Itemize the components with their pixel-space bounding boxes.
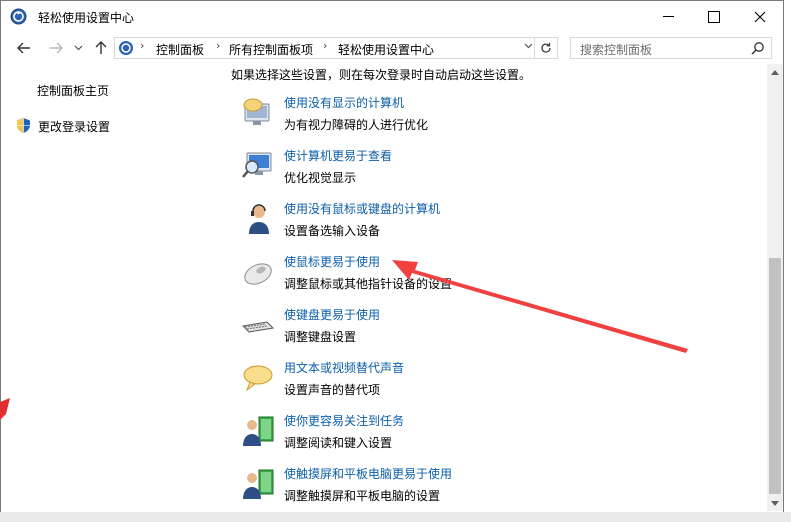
arrow-up-icon	[95, 41, 107, 54]
intro-text: 如果选择这些设置，则在每次登录时自动启动这些设置。	[231, 68, 532, 82]
link-text-video-for-sound[interactable]: 用文本或视频替代声音	[284, 359, 404, 376]
scroll-up-button[interactable]	[767, 64, 783, 80]
person-headset-icon	[249, 204, 269, 234]
sidebar-item-login-settings[interactable]: 更改登录设置	[38, 118, 110, 135]
scrollbar-thumb[interactable]	[769, 258, 781, 494]
scroll-down-button[interactable]	[767, 495, 783, 511]
minimize-button[interactable]	[645, 1, 691, 32]
breadcrumb-ease-of-access[interactable]: 轻松使用设置中心	[338, 41, 434, 58]
list-item: 使鼠标更易于使用 调整鼠标或其他指针设备的设置	[241, 253, 701, 301]
mouse-icon	[244, 263, 272, 285]
list-item: 使计算机更易于查看 优化视觉显示	[241, 147, 701, 195]
title-bar: 轻松使用设置中心	[1, 1, 783, 32]
item-description: 调整阅读和键入设置	[284, 436, 393, 450]
item-description: 设置备选输入设备	[284, 224, 381, 238]
link-focus-on-tasks[interactable]: 使你更容易关注到任务	[284, 412, 404, 429]
person-tablet-icon	[243, 469, 274, 499]
sidebar-item-home[interactable]: 控制面板主页	[37, 82, 109, 99]
chevron-up-icon	[771, 69, 779, 75]
main-content: 如果选择这些设置，则在每次登录时自动启动这些设置。 使用没有显示的计算机 为有视…	[211, 64, 767, 513]
recent-locations-button[interactable]	[67, 37, 89, 59]
keyboard-icon	[241, 321, 275, 333]
breadcrumb-separator-icon: ›	[216, 39, 221, 52]
chevron-down-icon	[771, 500, 779, 506]
ease-of-access-icon	[10, 8, 27, 25]
control-panel-window: 轻松使用设置中心 › 控制面板 › 所有控制面板项 › 轻松使用设置中心 搜索控…	[0, 0, 784, 514]
arrow-left-icon	[17, 42, 30, 54]
maximize-icon	[708, 10, 720, 23]
monitor-speech-icon	[243, 98, 270, 125]
item-description: 优化视觉显示	[284, 171, 357, 185]
sidebar: 控制面板主页 更改登录设置	[1, 64, 211, 513]
search-placeholder: 搜索控制面板	[580, 43, 653, 57]
refresh-icon	[541, 42, 551, 53]
minimize-icon	[662, 16, 674, 17]
address-dropdown-icon[interactable]	[524, 43, 533, 49]
close-button[interactable]	[737, 1, 783, 32]
back-button[interactable]	[13, 37, 35, 59]
person-book-icon	[243, 416, 274, 446]
item-description: 调整键盘设置	[284, 330, 357, 344]
arrow-right-icon	[50, 42, 63, 54]
close-icon	[754, 11, 766, 22]
search-box[interactable]: 搜索控制面板	[570, 37, 772, 59]
link-make-easier-to-see[interactable]: 使计算机更易于查看	[284, 147, 392, 164]
chevron-down-icon	[74, 45, 82, 51]
list-item: 使用没有显示的计算机 为有视力障碍的人进行优化	[241, 94, 701, 142]
item-description: 设置声音的替代项	[284, 383, 381, 397]
link-use-without-mouse-keyboard[interactable]: 使用没有鼠标或键盘的计算机	[284, 200, 440, 217]
vertical-scrollbar[interactable]	[767, 64, 783, 511]
speech-bubble-icon	[243, 365, 273, 392]
breadcrumb-separator-icon: ›	[140, 39, 145, 52]
list-item: 使你更容易关注到任务 调整阅读和键入设置	[241, 412, 701, 460]
shield-icon	[17, 118, 30, 133]
navigation-bar: › 控制面板 › 所有控制面板项 › 轻松使用设置中心 搜索控制面板	[1, 32, 783, 64]
list-item: 使触摸屏和平板电脑更易于使用 调整触摸屏和平板电脑的设置	[241, 465, 701, 513]
link-touch-tablet-easier[interactable]: 使触摸屏和平板电脑更易于使用	[284, 465, 452, 482]
control-panel-icon	[119, 41, 133, 55]
up-button[interactable]	[90, 37, 112, 59]
desktop-background-strip	[0, 512, 791, 522]
window-title: 轻松使用设置中心	[38, 11, 135, 25]
list-item: 用文本或视频替代声音 设置声音的替代项	[241, 359, 701, 407]
link-make-mouse-easier[interactable]: 使鼠标更易于使用	[284, 253, 380, 270]
list-item: 使用没有鼠标或键盘的计算机 设置备选输入设备	[241, 200, 701, 248]
address-bar[interactable]: › 控制面板 › 所有控制面板项 › 轻松使用设置中心	[114, 37, 558, 59]
item-description: 调整鼠标或其他指针设备的设置	[284, 277, 453, 291]
forward-button[interactable]	[45, 37, 67, 59]
magnifier-monitor-icon	[242, 152, 272, 178]
breadcrumb-control-panel[interactable]: 控制面板	[156, 41, 204, 58]
search-icon[interactable]	[751, 41, 765, 55]
breadcrumb-all-items[interactable]: 所有控制面板项	[229, 41, 313, 58]
link-make-keyboard-easier[interactable]: 使键盘更易于使用	[284, 306, 380, 323]
item-description: 为有视力障碍的人进行优化	[284, 118, 429, 132]
list-item: 使键盘更易于使用 调整键盘设置	[241, 306, 701, 354]
maximize-button[interactable]	[691, 1, 737, 32]
refresh-button[interactable]	[534, 38, 557, 58]
item-description: 调整触摸屏和平板电脑的设置	[284, 489, 441, 503]
breadcrumb-separator-icon: ›	[323, 39, 328, 52]
link-use-without-display[interactable]: 使用没有显示的计算机	[284, 94, 404, 111]
